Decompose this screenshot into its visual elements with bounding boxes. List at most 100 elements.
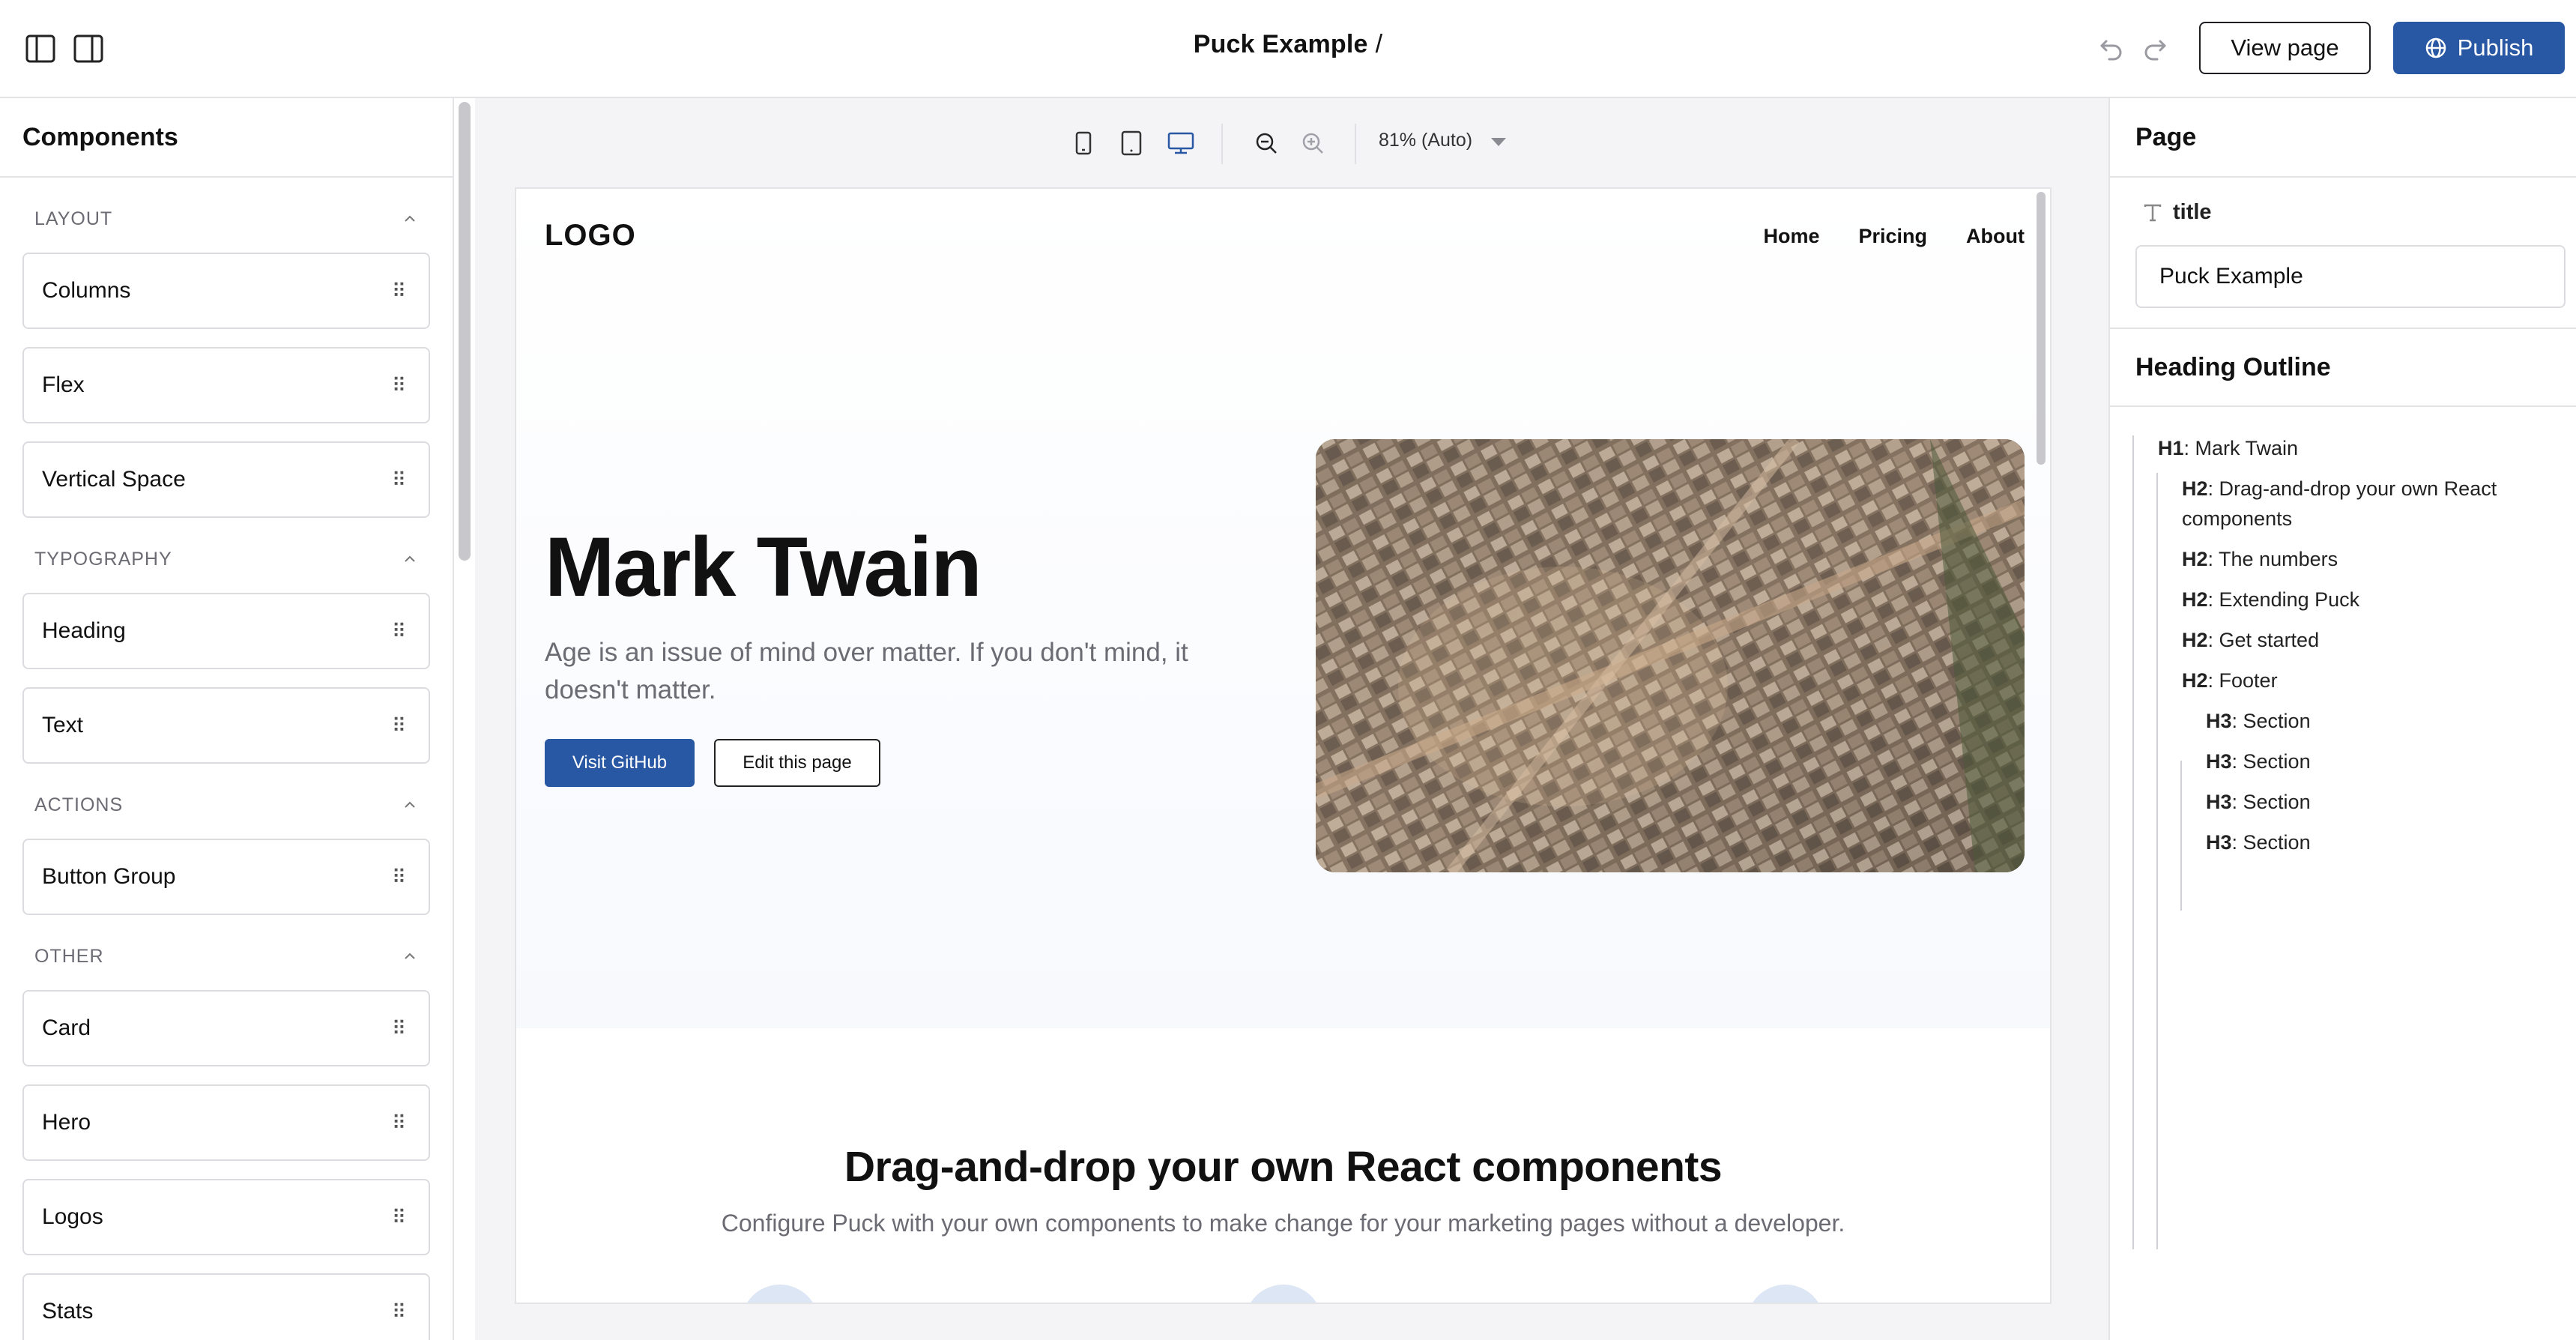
component-logos[interactable]: Logos ⠿: [22, 1179, 430, 1255]
outline-level: H3: [2206, 710, 2232, 732]
nav-link-pricing[interactable]: Pricing: [1859, 225, 1928, 248]
nav-link-home[interactable]: Home: [1763, 225, 1819, 248]
drag-handle-icon[interactable]: ⠿: [392, 1206, 406, 1229]
component-columns[interactable]: Columns ⠿: [22, 253, 430, 329]
outline-item[interactable]: H2: Footer: [2132, 660, 2575, 701]
component-card[interactable]: Card ⠿: [22, 990, 430, 1066]
field-label-text: title: [2173, 200, 2212, 224]
outline-item[interactable]: H1: Mark Twain: [2132, 428, 2575, 468]
feature-icon-circle: [741, 1285, 819, 1303]
visit-github-button[interactable]: Visit GitHub: [545, 739, 695, 787]
edit-page-button[interactable]: Edit this page: [714, 739, 880, 787]
header-bar: Puck Example / View page Publish: [0, 0, 2576, 98]
drag-handle-icon[interactable]: ⠿: [392, 620, 406, 643]
component-stats[interactable]: Stats ⠿: [22, 1273, 430, 1340]
drag-handle-icon[interactable]: ⠿: [392, 1017, 406, 1040]
outline-item[interactable]: H3: Section: [2132, 701, 2575, 741]
drag-handle-icon[interactable]: ⠿: [392, 280, 406, 303]
view-page-label: View page: [2231, 34, 2339, 61]
category-layout[interactable]: LAYOUT: [0, 196, 453, 242]
heading-outline-heading: Heading Outline: [2110, 328, 2576, 407]
components-heading: Components: [0, 98, 453, 178]
outline-item[interactable]: H2: Extending Puck: [2132, 579, 2575, 620]
outline-text: Mark Twain: [2195, 437, 2299, 459]
redo-icon[interactable]: [2140, 33, 2170, 63]
outline-level: H3: [2206, 791, 2232, 813]
outline-level: H2: [2182, 477, 2208, 500]
component-label: Vertical Space: [42, 467, 186, 492]
drag-handle-icon[interactable]: ⠿: [392, 1111, 406, 1135]
drag-handle-icon[interactable]: ⠿: [392, 714, 406, 737]
drag-handle-icon[interactable]: ⠿: [392, 866, 406, 889]
publish-button[interactable]: Publish: [2393, 22, 2565, 74]
preview-frame: LOGO Home Pricing About Mark Twain Age i…: [515, 187, 2052, 1304]
undo-icon[interactable]: [2096, 33, 2126, 63]
outline-item[interactable]: H3: Section: [2132, 741, 2575, 782]
page-fields-sidebar: Page title Puck Example Heading Outline …: [2108, 98, 2576, 1340]
drag-handle-icon[interactable]: ⠿: [392, 374, 406, 397]
category-label: ACTIONS: [34, 794, 124, 815]
component-heading[interactable]: Heading ⠿: [22, 593, 430, 669]
site-nav: Home Pricing About: [1763, 225, 2025, 248]
category-label: TYPOGRAPHY: [34, 548, 172, 570]
zoom-in-icon[interactable]: [1296, 122, 1329, 164]
chevron-down-icon[interactable]: [1491, 138, 1506, 146]
zoom-out-icon[interactable]: [1250, 122, 1283, 164]
outline-item[interactable]: H3: Section: [2132, 822, 2575, 863]
category-actions[interactable]: ACTIONS: [0, 782, 453, 828]
outline-level: H3: [2206, 750, 2232, 773]
drag-handle-icon[interactable]: ⠿: [392, 468, 406, 492]
outline-text: The numbers: [2219, 548, 2338, 570]
chevron-up-icon: [405, 215, 415, 222]
title-field-label: title: [2143, 200, 2212, 225]
category-typography[interactable]: TYPOGRAPHY: [0, 536, 453, 582]
component-hero[interactable]: Hero ⠿: [22, 1084, 430, 1161]
hero-subtitle: Age is an issue of mind over matter. If …: [545, 638, 1188, 704]
page-panel-heading: Page: [2110, 98, 2576, 178]
desktop-icon[interactable]: [1164, 122, 1197, 164]
outline-item[interactable]: H2: Drag-and-drop your own React compone…: [2132, 468, 2575, 539]
component-text[interactable]: Text ⠿: [22, 687, 430, 764]
sidebar-scrollbar[interactable]: [459, 102, 471, 561]
section-subtitle: Configure Puck with your own components …: [721, 1210, 1845, 1237]
component-label: Heading: [42, 618, 126, 643]
category-label: OTHER: [34, 945, 104, 967]
toolbar-divider: [1221, 124, 1223, 164]
mobile-icon[interactable]: [1068, 122, 1098, 164]
outline-level: H1: [2158, 437, 2184, 459]
component-label: Text: [42, 713, 84, 737]
chevron-up-icon: [405, 555, 415, 562]
component-flex[interactable]: Flex ⠿: [22, 347, 430, 423]
chevron-up-icon: [405, 801, 415, 808]
hero-section: LOGO Home Pricing About Mark Twain Age i…: [516, 189, 2050, 1028]
hero-image: [1316, 439, 2025, 872]
site-logo[interactable]: LOGO: [545, 219, 636, 253]
component-label: Button Group: [42, 864, 176, 889]
title-input[interactable]: Puck Example: [2135, 245, 2566, 308]
outline-item[interactable]: H2: Get started: [2132, 620, 2575, 660]
component-label: Logos: [42, 1204, 103, 1229]
outline-level: H2: [2182, 669, 2208, 692]
components-sidebar: Components LAYOUT Columns ⠿ Flex ⠿ Vertica…: [0, 98, 454, 1340]
component-vertical-space[interactable]: Vertical Space ⠿: [22, 441, 430, 518]
component-button-group[interactable]: Button Group ⠿: [22, 839, 430, 915]
component-label: Hero: [42, 1110, 91, 1135]
component-label: Card: [42, 1015, 91, 1040]
drag-handle-icon[interactable]: ⠿: [392, 1300, 406, 1324]
zoom-select[interactable]: 81% (Auto): [1379, 130, 1472, 151]
outline-level: H2: [2182, 588, 2208, 611]
feature-icon-circle: [1245, 1285, 1322, 1303]
category-other[interactable]: OTHER: [0, 933, 453, 980]
outline-text: Section: [2243, 791, 2311, 813]
preview-scrollbar[interactable]: [2037, 192, 2046, 465]
view-page-button[interactable]: View page: [2199, 22, 2371, 74]
outline-text: Get started: [2219, 629, 2320, 651]
feature-icon-circle: [1747, 1285, 1824, 1303]
outline-item[interactable]: H3: Section: [2132, 782, 2575, 822]
page-title-text: Puck Example: [1193, 30, 1368, 58]
outline-text: Section: [2243, 750, 2311, 773]
tablet-icon[interactable]: [1116, 122, 1146, 164]
component-label: Columns: [42, 278, 131, 303]
outline-item[interactable]: H2: The numbers: [2132, 539, 2575, 579]
nav-link-about[interactable]: About: [1966, 225, 2025, 248]
